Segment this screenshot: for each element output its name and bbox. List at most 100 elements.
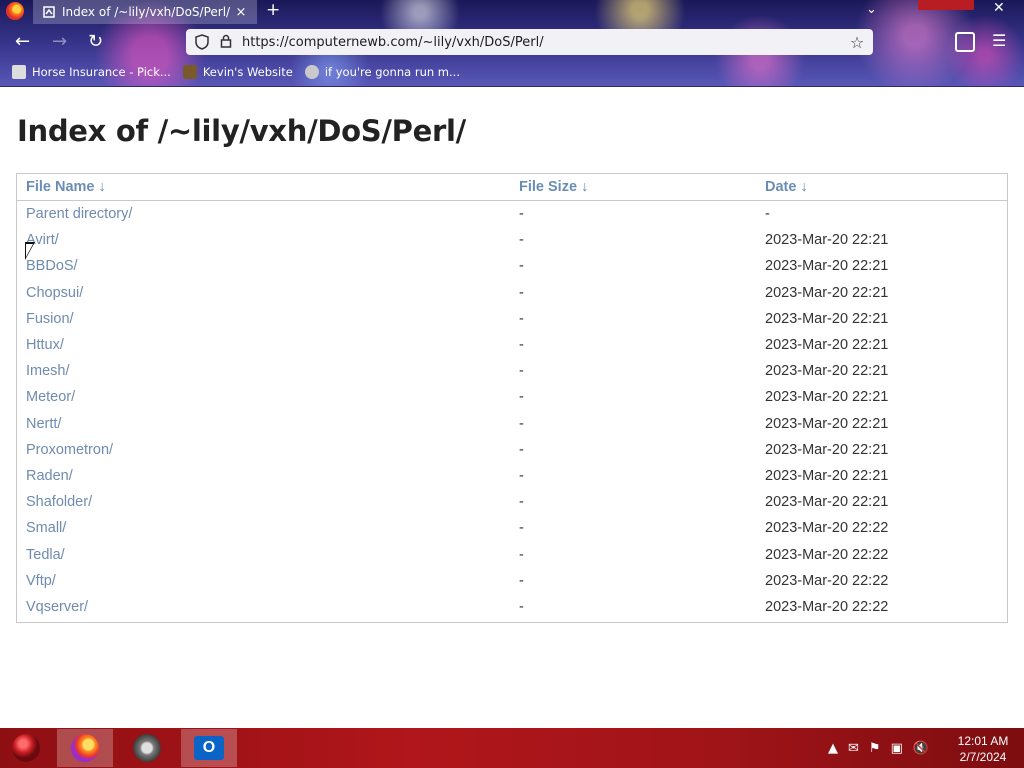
- date-cell: 2023-Mar-20 22:22: [765, 546, 889, 563]
- file-size-cell: -: [519, 441, 524, 458]
- file-size-cell: -: [519, 284, 524, 301]
- reload-icon[interactable]: ↻: [88, 33, 103, 51]
- directory-link[interactable]: Vqserver/: [17, 594, 510, 620]
- directory-link[interactable]: Avirt/: [17, 227, 510, 253]
- start-button[interactable]: [6, 729, 46, 767]
- hamburger-menu-icon[interactable]: ☰: [992, 33, 1006, 49]
- table-row: Raden/- 2023-Mar-20 22:21: [17, 463, 1007, 489]
- table-row: Tedla/- 2023-Mar-20 22:22: [17, 541, 1007, 567]
- file-size-cell: -: [519, 520, 524, 537]
- tab-close-icon[interactable]: ×: [233, 5, 249, 20]
- sort-arrow-icon: ↓: [800, 179, 808, 195]
- page-title: Index of /~lily/vxh/DoS/Perl/: [17, 114, 466, 148]
- directory-link[interactable]: Httux/: [17, 332, 510, 358]
- directory-link[interactable]: Small/: [17, 515, 510, 541]
- directory-link[interactable]: Proxometron/: [17, 437, 510, 463]
- file-size-cell: -: [519, 389, 524, 406]
- date-cell: 2023-Mar-20 22:22: [765, 572, 889, 589]
- directory-link[interactable]: Fusion/: [17, 306, 510, 332]
- table-row: Httux/- 2023-Mar-20 22:21: [17, 332, 1007, 358]
- taskbar-outlook[interactable]: O: [181, 729, 237, 767]
- extensions-icon[interactable]: [955, 32, 975, 52]
- action-center-flag-icon[interactable]: ⚑: [869, 741, 881, 756]
- window-control-strip: [918, 0, 974, 10]
- column-header-file-name[interactable]: File Name ↓: [17, 174, 510, 201]
- browser-tab[interactable]: Index of /~lily/vxh/DoS/Perl/ ×: [33, 0, 257, 24]
- table-row: Proxometron/- 2023-Mar-20 22:21: [17, 437, 1007, 463]
- table-row: Small/- 2023-Mar-20 22:22: [17, 515, 1007, 541]
- taskbar-clock[interactable]: 12:01 AM 2/7/2024: [950, 733, 1016, 765]
- kevin-favicon-icon: [182, 65, 197, 79]
- clock-date: 2/7/2024: [959, 750, 1007, 764]
- mouse-cursor-icon: [25, 242, 35, 260]
- date-cell: 2023-Mar-20 22:21: [765, 337, 889, 354]
- sort-arrow-icon: ↓: [98, 179, 106, 195]
- directory-link[interactable]: Meteor/: [17, 384, 510, 410]
- browser-chrome: Index of /~lily/vxh/DoS/Perl/ × + ⌄ ✕ ← …: [0, 0, 1024, 87]
- directory-link[interactable]: Chopsui/: [17, 280, 510, 306]
- address-bar[interactable]: https://computernewb.com/~lily/vxh/DoS/P…: [186, 29, 873, 55]
- file-size-cell: -: [519, 258, 524, 275]
- taskbar-firefox[interactable]: [57, 729, 113, 767]
- date-cell: 2023-Mar-20 22:21: [765, 232, 889, 249]
- bookmark-label: if you're gonna run m...: [324, 65, 460, 79]
- tab-favicon-icon: [42, 5, 56, 19]
- bookmark-item[interactable]: Horse Insurance - Pick...: [12, 65, 171, 79]
- volume-muted-icon[interactable]: 🔇: [913, 741, 929, 756]
- firefox-icon[interactable]: [6, 2, 24, 20]
- network-icon[interactable]: ▣: [891, 741, 903, 756]
- page-content: Index of /~lily/vxh/DoS/Perl/ File Name …: [0, 88, 1024, 728]
- outlook-tray-icon[interactable]: ✉: [848, 741, 859, 756]
- date-cell: 2023-Mar-20 22:21: [765, 467, 889, 484]
- file-size-cell: -: [519, 310, 524, 327]
- directory-link[interactable]: Imesh/: [17, 358, 510, 384]
- taskbar-app-compass[interactable]: [119, 729, 175, 767]
- column-header-file-size[interactable]: File Size ↓: [510, 174, 756, 201]
- window-close-icon[interactable]: ✕: [993, 0, 1005, 16]
- tracking-shield-icon[interactable]: [194, 34, 210, 50]
- file-size-cell: -: [519, 206, 524, 223]
- file-size-cell: -: [519, 546, 524, 563]
- outlook-icon: O: [194, 736, 224, 760]
- bookmark-item[interactable]: if you're gonna run m...: [304, 65, 460, 79]
- file-size-cell: -: [519, 415, 524, 432]
- start-orb-icon: [12, 734, 40, 762]
- table-row: Vqserver/- 2023-Mar-20 22:22: [17, 594, 1007, 620]
- table-row: Shafolder/- 2023-Mar-20 22:21: [17, 489, 1007, 515]
- bookmark-star-icon[interactable]: ☆: [847, 33, 867, 52]
- file-size-cell: -: [519, 598, 524, 615]
- file-size-cell: -: [519, 494, 524, 511]
- file-size-cell: -: [519, 337, 524, 354]
- list-tabs-chevron-icon[interactable]: ⌄: [866, 2, 877, 17]
- directory-link[interactable]: Raden/: [17, 463, 510, 489]
- compass-icon: [133, 734, 161, 762]
- table-row: Fusion/- 2023-Mar-20 22:21: [17, 306, 1007, 332]
- file-size-cell: -: [519, 363, 524, 380]
- file-size-cell: -: [519, 572, 524, 589]
- new-tab-button[interactable]: +: [266, 0, 280, 22]
- forward-arrow-icon[interactable]: →: [52, 33, 67, 51]
- directory-link[interactable]: BBDoS/: [17, 253, 510, 279]
- directory-link[interactable]: Shafolder/: [17, 489, 510, 515]
- date-cell: -: [765, 206, 770, 223]
- table-row: BBDoS/- 2023-Mar-20 22:21: [17, 253, 1007, 279]
- directory-link[interactable]: Vftp/: [17, 568, 510, 594]
- parent-directory-link[interactable]: Parent directory/: [17, 201, 510, 227]
- directory-link[interactable]: Tedla/: [17, 541, 510, 567]
- bookmarks-toolbar: Horse Insurance - Pick... Kevin's Websit…: [0, 62, 460, 82]
- system-tray: ▲ ✉ ⚑ ▣ 🔇: [828, 728, 939, 768]
- url-text[interactable]: https://computernewb.com/~lily/vxh/DoS/P…: [242, 35, 847, 50]
- back-arrow-icon[interactable]: ←: [15, 33, 30, 51]
- bookmark-item[interactable]: Kevin's Website: [182, 65, 293, 79]
- skull-favicon-icon: [304, 65, 319, 79]
- date-cell: 2023-Mar-20 22:21: [765, 441, 889, 458]
- column-header-date[interactable]: Date ↓: [756, 174, 1007, 201]
- directory-link[interactable]: Nertt/: [17, 411, 510, 437]
- lock-icon[interactable]: [218, 34, 234, 50]
- file-size-cell: -: [519, 467, 524, 484]
- table-row: Meteor/- 2023-Mar-20 22:21: [17, 384, 1007, 410]
- table-header-row: File Name ↓ File Size ↓ Date ↓: [17, 174, 1007, 201]
- firefox-icon: [71, 734, 99, 762]
- show-hidden-icons-icon[interactable]: ▲: [828, 741, 838, 756]
- date-cell: 2023-Mar-20 22:22: [765, 520, 889, 537]
